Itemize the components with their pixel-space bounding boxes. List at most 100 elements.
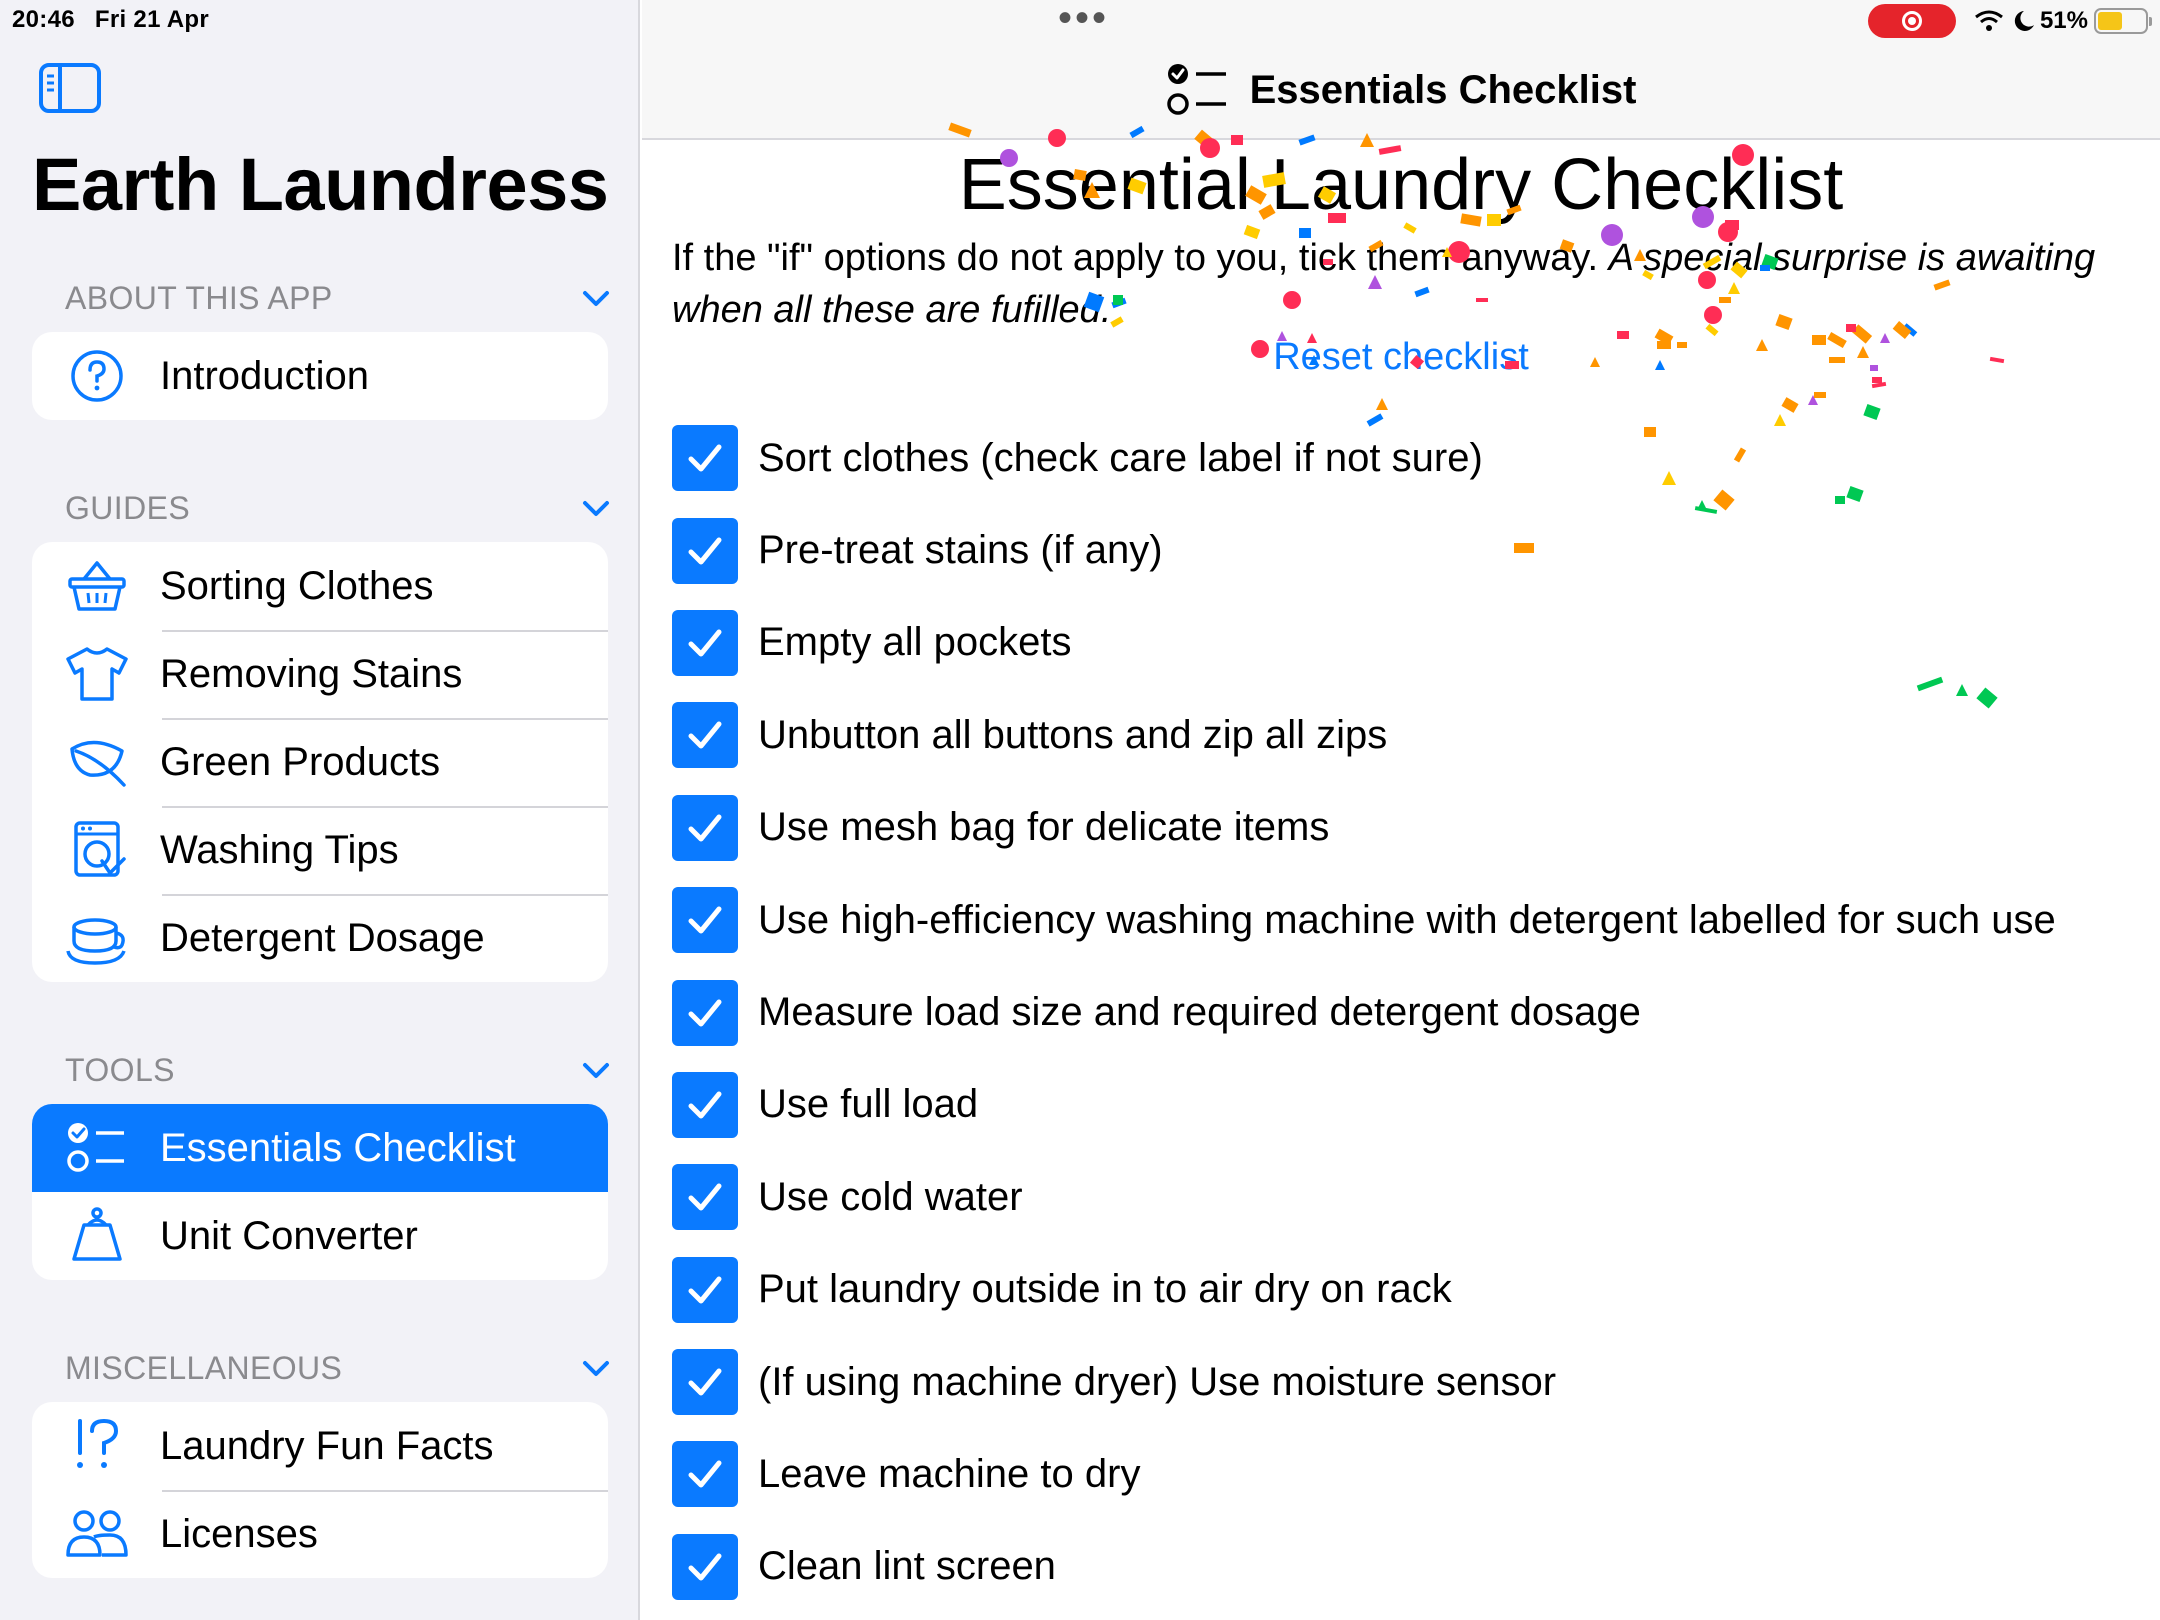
checkbox[interactable] xyxy=(672,1164,738,1231)
chevron-down-icon[interactable] xyxy=(580,1054,612,1086)
checklist-item-label: Use mesh bag for delicate items xyxy=(758,805,1330,850)
checklist-item-label: Empty all pockets xyxy=(758,620,1072,665)
section-header-about[interactable]: ABOUT THIS APP xyxy=(32,276,612,320)
tools-card: Essentials Checklist Unit Converter xyxy=(32,1104,608,1280)
screen-recording-indicator[interactable] xyxy=(1867,4,1956,38)
sidebar-toggle-icon[interactable] xyxy=(38,62,102,114)
checklist-item[interactable]: Sort clothes (check care label if not su… xyxy=(672,412,2142,504)
sidebar-item-detergent-dosage[interactable]: Detergent Dosage xyxy=(32,894,608,982)
checklist-item[interactable]: (If using machine dryer) Use moisture se… xyxy=(672,1336,2142,1428)
checkbox[interactable] xyxy=(672,794,738,861)
checkmark-icon xyxy=(688,629,722,657)
checklist-item-label: Leave machine to dry xyxy=(758,1451,1141,1496)
checkbox[interactable] xyxy=(672,1071,738,1138)
checkbox[interactable] xyxy=(672,425,738,492)
confetti-piece xyxy=(1781,397,1799,413)
checkbox[interactable] xyxy=(672,979,738,1046)
sidebar-item-essentials-checklist[interactable]: Essentials Checklist xyxy=(32,1104,608,1192)
checklist-item-label: Use full load xyxy=(758,1082,979,1127)
checklist-item[interactable]: Clean lint screen xyxy=(672,1521,2142,1613)
checkmark-icon xyxy=(688,1368,722,1396)
status-date: Fri 21 Apr xyxy=(94,6,210,33)
checklist-item[interactable]: Measure load size and required detergent… xyxy=(672,966,2142,1058)
status-time: 20:46 xyxy=(12,6,75,33)
page-title: Essential Laundry Checklist xyxy=(958,145,1844,225)
sidebar-item-removing-stains[interactable]: Removing Stains xyxy=(32,630,608,718)
checklist-item-label: Unbutton all buttons and zip all zips xyxy=(758,712,1388,757)
checklist-item[interactable]: Use high-efficiency washing machine with… xyxy=(672,874,2142,966)
sidebar-item-licenses[interactable]: Licenses xyxy=(32,1490,608,1578)
checkbox[interactable] xyxy=(672,1349,738,1416)
sidebar-item-laundry-fun-facts[interactable]: Laundry Fun Facts xyxy=(32,1402,608,1490)
exclaim-question-icon xyxy=(77,1418,119,1468)
nav-title: Essentials Checklist xyxy=(642,62,2160,118)
checkbox[interactable] xyxy=(672,887,738,954)
sidebar: 20:46 Fri 21 Apr Earth Laundress ABOUT TH… xyxy=(0,0,640,1620)
reset-checklist-label: Reset checklist xyxy=(1273,336,1529,378)
checkbox[interactable] xyxy=(672,517,738,584)
checklist-item[interactable]: Empty all pockets xyxy=(672,597,2142,689)
main-content: ••• 51% Essentials Checklist Essential L… xyxy=(642,0,2160,1620)
checklist-item-label: Measure load size and required detergent… xyxy=(758,990,1641,1035)
checkbox[interactable] xyxy=(672,1256,738,1323)
checkbox[interactable] xyxy=(672,1533,738,1600)
wifi-icon xyxy=(1975,10,2003,31)
checkmark-icon xyxy=(688,1553,722,1581)
checkmark-icon xyxy=(688,1183,722,1211)
checkmark-icon xyxy=(688,1276,722,1304)
confetti-piece xyxy=(1376,398,1388,410)
confetti-piece xyxy=(1808,395,1818,405)
guides-card: Sorting Clothes Removing Stains Green Pr… xyxy=(32,542,608,982)
tshirt-icon xyxy=(66,647,128,701)
section-header-miscellaneous[interactable]: MISCELLANEOUS xyxy=(32,1346,612,1390)
status-right: 51% xyxy=(1867,4,2152,38)
checklist-item[interactable]: Pre-treat stains (if any) xyxy=(672,504,2142,596)
section-title: GUIDES xyxy=(65,489,191,526)
checkmark-icon xyxy=(688,537,722,565)
checkmark-icon xyxy=(688,1091,722,1119)
checkmark-icon xyxy=(688,1460,722,1488)
checklist-item[interactable]: Put laundry outside in to air dry on rac… xyxy=(672,1244,2142,1336)
section-header-guides[interactable]: GUIDES xyxy=(32,486,612,530)
sidebar-item-sorting-clothes[interactable]: Sorting Clothes xyxy=(32,542,608,630)
sidebar-item-unit-converter[interactable]: Unit Converter xyxy=(32,1192,608,1280)
checklist-item-label: Pre-treat stains (if any) xyxy=(758,528,1163,573)
sidebar-item-washing-tips[interactable]: Washing Tips xyxy=(32,806,608,894)
intro-plain: If the "if" options do not apply to you,… xyxy=(672,237,1609,279)
app-title: Earth Laundress xyxy=(32,143,609,226)
checklist-item[interactable]: Use cold water xyxy=(672,1151,2142,1243)
sidebar-item-introduction[interactable]: Introduction xyxy=(32,332,608,420)
checklist-item-label: Use cold water xyxy=(758,1174,1023,1219)
sidebar-item-label: Laundry Fun Facts xyxy=(160,1423,494,1468)
checkbox[interactable] xyxy=(672,609,738,676)
chevron-down-icon[interactable] xyxy=(580,492,612,524)
sidebar-item-label: Washing Tips xyxy=(160,827,399,872)
checklist-item-label: Clean lint screen xyxy=(758,1544,1056,1589)
checklist-icon xyxy=(1166,64,1226,115)
checklist-item[interactable]: Use mesh bag for delicate items xyxy=(672,782,2142,874)
misc-card: Laundry Fun Facts Licenses xyxy=(32,1402,608,1578)
checklist-item-label: Put laundry outside in to air dry on rac… xyxy=(758,1267,1452,1312)
status-time-date: 20:46 Fri 21 Apr xyxy=(12,6,209,34)
checklist-item[interactable]: Leave machine to dry xyxy=(672,1428,2142,1520)
sidebar-item-label: Sorting Clothes xyxy=(160,563,434,608)
checklist: Sort clothes (check care label if not su… xyxy=(672,412,2142,1613)
sidebar-item-green-products[interactable]: Green Products xyxy=(32,718,608,806)
intro-text: If the "if" options do not apply to you,… xyxy=(672,232,2142,336)
washing-machine-icon xyxy=(74,821,126,877)
section-header-tools[interactable]: TOOLS xyxy=(32,1048,612,1092)
checklist-item[interactable]: Use full load xyxy=(672,1059,2142,1151)
section-title: MISCELLANEOUS xyxy=(65,1349,343,1386)
nav-title-text: Essentials Checklist xyxy=(1249,67,1637,112)
chevron-down-icon[interactable] xyxy=(580,282,612,314)
checkmark-icon xyxy=(688,721,722,749)
multitasking-dots-icon[interactable]: ••• xyxy=(1058,0,1109,38)
checkmark-icon xyxy=(688,999,722,1027)
checkbox[interactable] xyxy=(672,1441,738,1508)
chevron-down-icon[interactable] xyxy=(580,1352,612,1384)
scale-icon xyxy=(72,1207,122,1261)
checkbox[interactable] xyxy=(672,702,738,769)
reset-checklist-button[interactable]: Reset checklist xyxy=(642,336,2160,379)
checklist-item[interactable]: Unbutton all buttons and zip all zips xyxy=(672,689,2142,781)
sidebar-item-label: Removing Stains xyxy=(160,651,463,696)
